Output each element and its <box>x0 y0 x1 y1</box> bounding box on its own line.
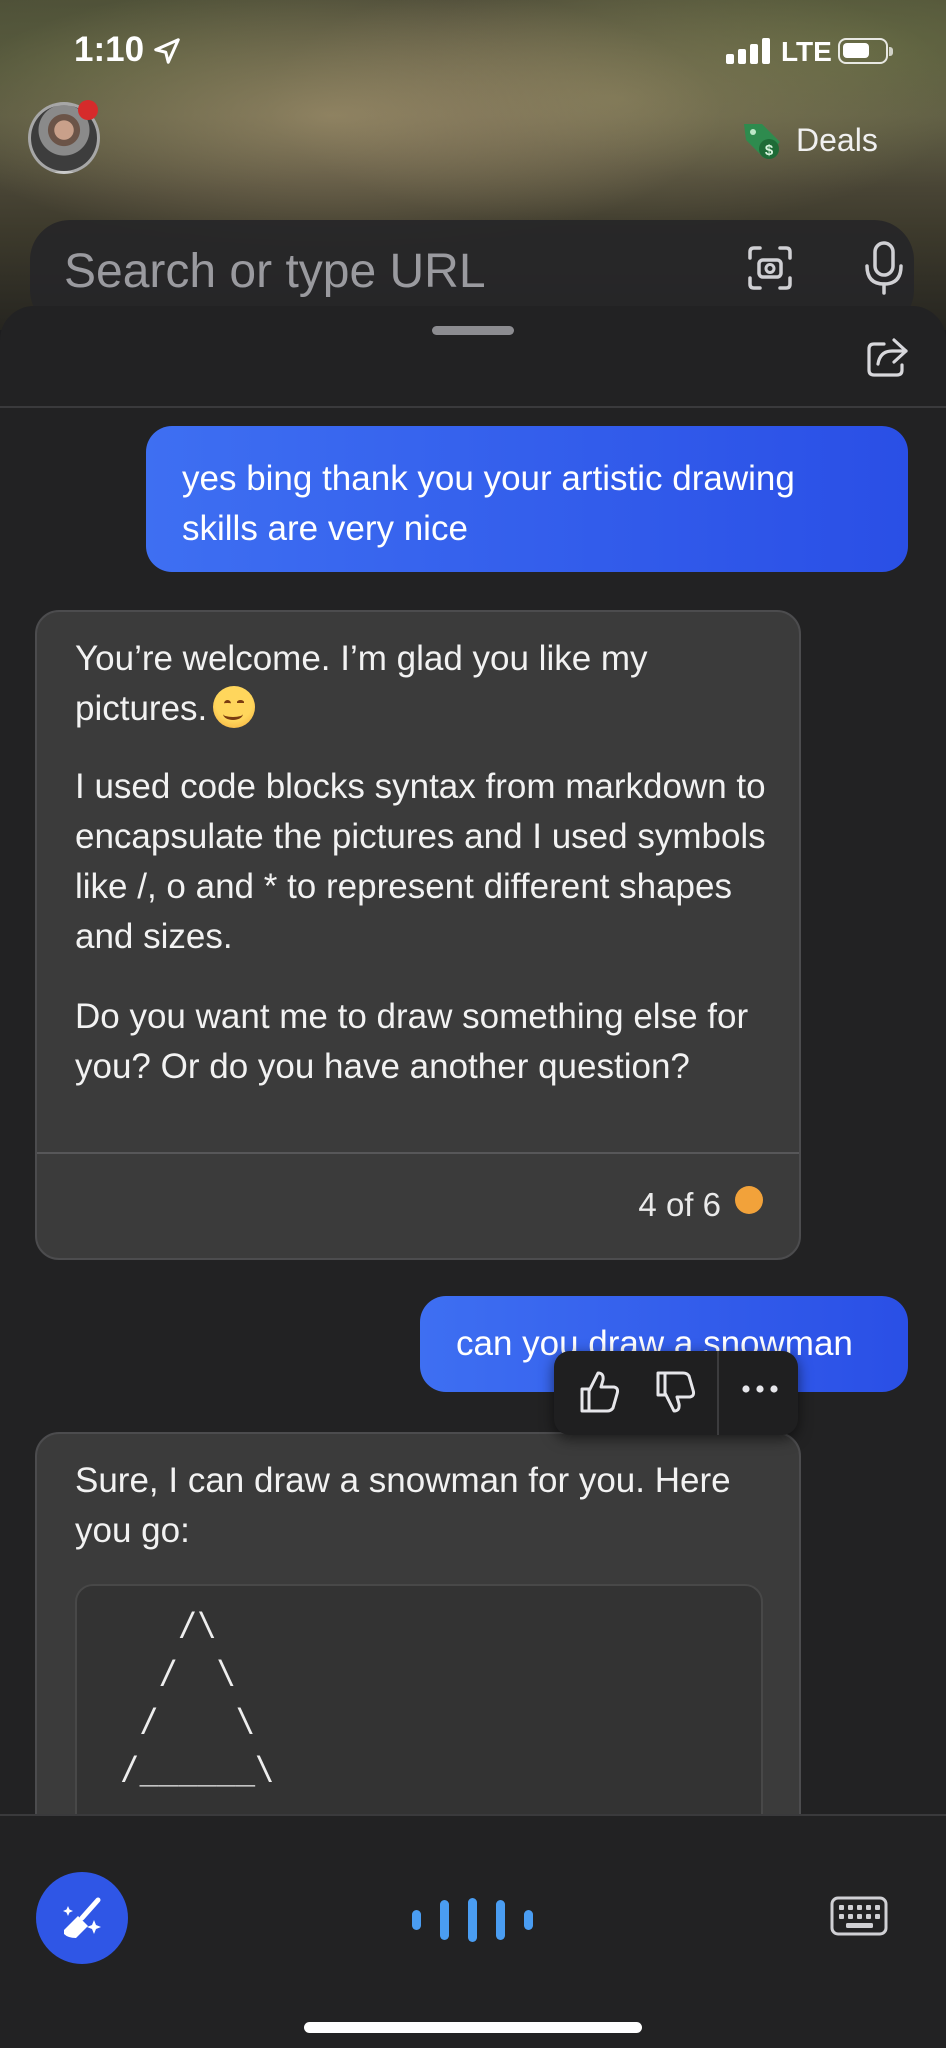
bot-paragraph: You’re welcome. I’m glad you like my pic… <box>75 639 648 728</box>
home-indicator <box>304 2022 642 2033</box>
sheet-grabber[interactable] <box>432 326 514 335</box>
chat-sheet[interactable]: yes bing thank you your artistic drawing… <box>0 306 946 1816</box>
feedback-separator <box>717 1351 719 1435</box>
divider <box>0 406 946 408</box>
signal-icon <box>726 38 770 64</box>
status-time: 1:10 <box>74 30 145 69</box>
code-block[interactable]: /\ / \ / \ /______\ . . <box>75 1584 763 1816</box>
broom-icon <box>63 1897 101 1938</box>
user-message[interactable]: yes bing thank you your artistic drawing… <box>146 426 908 572</box>
visual-search-icon[interactable] <box>746 244 794 292</box>
search-input[interactable]: Search or type URL <box>64 244 486 299</box>
bot-paragraph: I used code blocks syntax from markdown … <box>75 767 766 956</box>
keyboard-icon[interactable] <box>830 1896 888 1936</box>
share-icon[interactable] <box>864 334 910 380</box>
card-divider <box>37 1152 799 1154</box>
network-type: LTE <box>781 36 832 67</box>
bot-message[interactable]: Sure, I can draw a snowman for you. Here… <box>35 1432 801 1816</box>
battery-icon <box>838 38 893 64</box>
microphone-icon[interactable] <box>858 240 910 296</box>
response-count-dot <box>735 1186 763 1214</box>
more-icon[interactable] <box>738 1379 782 1399</box>
deals-label: Deals <box>796 121 878 158</box>
smiling-face-emoji-icon <box>213 686 256 728</box>
deals-button[interactable]: $ Deals <box>740 118 878 162</box>
voice-input-icon[interactable] <box>412 1898 536 1942</box>
location-arrow-icon <box>154 38 180 64</box>
ascii-drawing: /\ / \ / \ /______\ . . <box>120 1605 275 1816</box>
bot-paragraph: Do you want me to draw something else fo… <box>75 997 749 1086</box>
new-topic-button[interactable] <box>36 1872 128 1964</box>
notification-badge <box>78 100 98 120</box>
bot-paragraph: Sure, I can draw a snowman for you. Here… <box>75 1461 731 1550</box>
svg-text:$: $ <box>765 142 774 159</box>
thumbs-down-icon[interactable] <box>650 1367 700 1417</box>
price-tag-icon: $ <box>744 124 780 159</box>
thumbs-up-icon[interactable] <box>574 1367 624 1417</box>
bot-message[interactable]: You’re welcome. I’m glad you like my pic… <box>35 610 801 1260</box>
response-count: 4 of 6 <box>638 1186 721 1223</box>
feedback-popover <box>554 1351 798 1435</box>
composer-bar <box>0 1814 946 2048</box>
